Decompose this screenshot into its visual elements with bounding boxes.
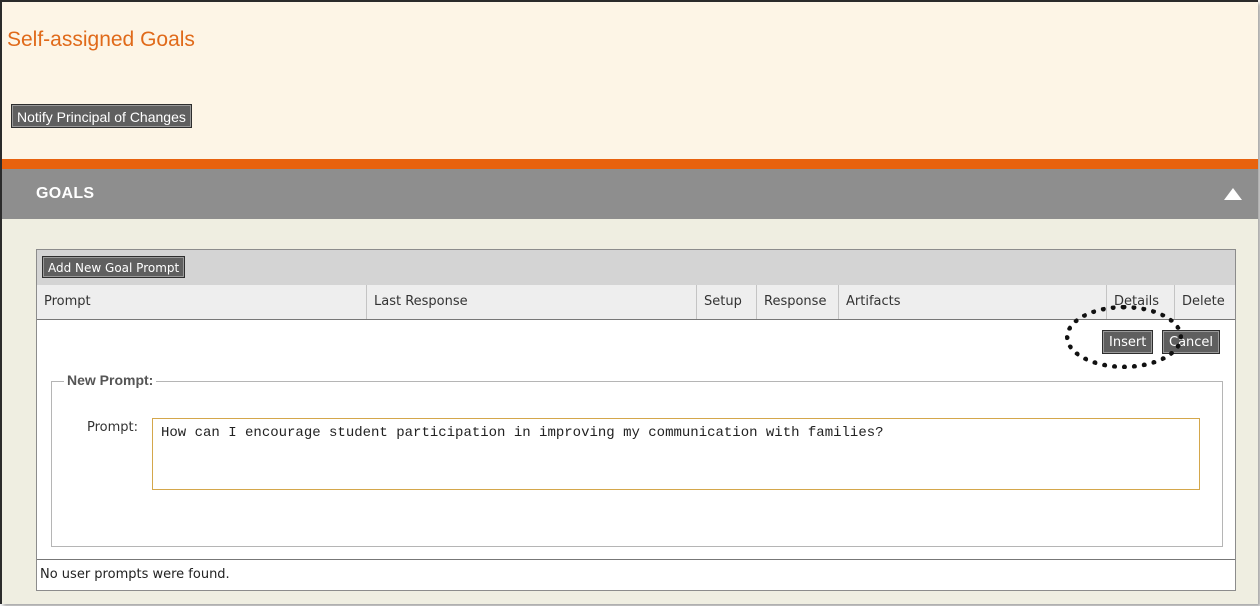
section-title: GOALS <box>36 185 95 202</box>
goals-section-body: Add New Goal Prompt Prompt Last Response… <box>2 219 1258 604</box>
column-header-prompt[interactable]: Prompt <box>37 285 367 319</box>
column-header-setup[interactable]: Setup <box>697 285 757 319</box>
column-header-last-response[interactable]: Last Response <box>367 285 697 319</box>
prompt-label: Prompt: <box>87 420 139 435</box>
column-header-artifacts[interactable]: Artifacts <box>839 285 1107 319</box>
notify-principal-button[interactable]: Notify Principal of Changes <box>11 104 192 128</box>
page-title: Self-assigned Goals <box>7 28 195 51</box>
accent-bar <box>2 159 1258 169</box>
triangle-up-icon[interactable] <box>1224 188 1242 200</box>
goals-section-header[interactable]: GOALS <box>2 169 1258 219</box>
cancel-button[interactable]: Cancel <box>1162 330 1221 354</box>
new-prompt-legend: New Prompt: <box>64 372 157 388</box>
column-header-details[interactable]: Details <box>1107 285 1175 319</box>
add-new-goal-prompt-button[interactable]: Add New Goal Prompt <box>42 256 186 278</box>
grid-footer: No user prompts were found. <box>37 559 1235 590</box>
grid-header-row: Prompt Last Response Setup Response Arti… <box>37 285 1235 320</box>
new-prompt-fieldset: New Prompt: Prompt: How can I encourage … <box>51 372 1223 547</box>
new-prompt-editor: Insert Cancel New Prompt: Prompt: How ca… <box>37 320 1235 558</box>
empty-message: No user prompts were found. <box>40 567 230 582</box>
column-header-response[interactable]: Response <box>757 285 839 319</box>
grid-toolbar: Add New Goal Prompt <box>37 250 1235 286</box>
goals-grid: Add New Goal Prompt Prompt Last Response… <box>36 249 1236 591</box>
column-header-delete[interactable]: Delete <box>1175 285 1235 319</box>
page-frame: Self-assigned Goals Notify Principal of … <box>0 0 1258 604</box>
prompt-input[interactable]: How can I encourage student participatio… <box>152 418 1200 490</box>
insert-button[interactable]: Insert <box>1102 330 1154 354</box>
